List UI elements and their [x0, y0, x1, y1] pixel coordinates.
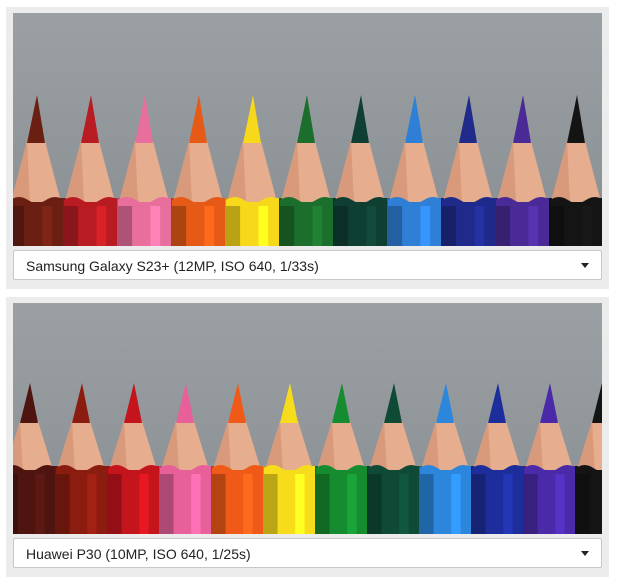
- camera-sample-panel-1: Samsung Galaxy S23+ (12MP, ISO 640, 1/33…: [6, 7, 609, 289]
- camera-select-1[interactable]: Samsung Galaxy S23+ (12MP, ISO 640, 1/33…: [13, 250, 602, 280]
- pencil-photo-1: [13, 95, 602, 246]
- pencil-4: [171, 95, 226, 246]
- pencil-5: [211, 383, 264, 534]
- pencil-9: [419, 383, 473, 534]
- pencil-6: [263, 383, 317, 534]
- pencil-1: [13, 383, 56, 534]
- pencil-3: [117, 95, 172, 246]
- pencil-12: [575, 383, 602, 534]
- pencil-7: [315, 383, 369, 534]
- camera-select-2[interactable]: Huawei P30 (10MP, ISO 640, 1/25s): [13, 538, 602, 568]
- pencil-5: [225, 95, 280, 246]
- camera-select-2-label: Huawei P30 (10MP, ISO 640, 1/25s): [26, 546, 251, 562]
- caret-down-icon: [581, 551, 589, 556]
- pencil-2: [63, 95, 118, 246]
- pencil-10: [495, 95, 550, 246]
- camera-sample-panel-2: Huawei P30 (10MP, ISO 640, 1/25s): [6, 297, 609, 577]
- pencil-6: [279, 95, 334, 246]
- pencil-3: [107, 383, 160, 534]
- pencil-photo-2: [13, 383, 602, 534]
- pencil-11: [523, 383, 576, 534]
- pencil-4: [159, 383, 212, 534]
- sample-photo-2: [13, 303, 602, 534]
- pencil-1: [13, 95, 64, 246]
- pencil-2: [55, 383, 109, 534]
- camera-select-1-label: Samsung Galaxy S23+ (12MP, ISO 640, 1/33…: [26, 258, 319, 274]
- pencil-10: [471, 383, 524, 534]
- pencil-8: [367, 383, 421, 534]
- pencil-9: [441, 95, 496, 246]
- pencil-7: [333, 95, 388, 246]
- sample-photo-1: [13, 13, 602, 246]
- pencil-11: [549, 95, 602, 246]
- caret-down-icon: [581, 263, 589, 268]
- pencil-8: [387, 95, 442, 246]
